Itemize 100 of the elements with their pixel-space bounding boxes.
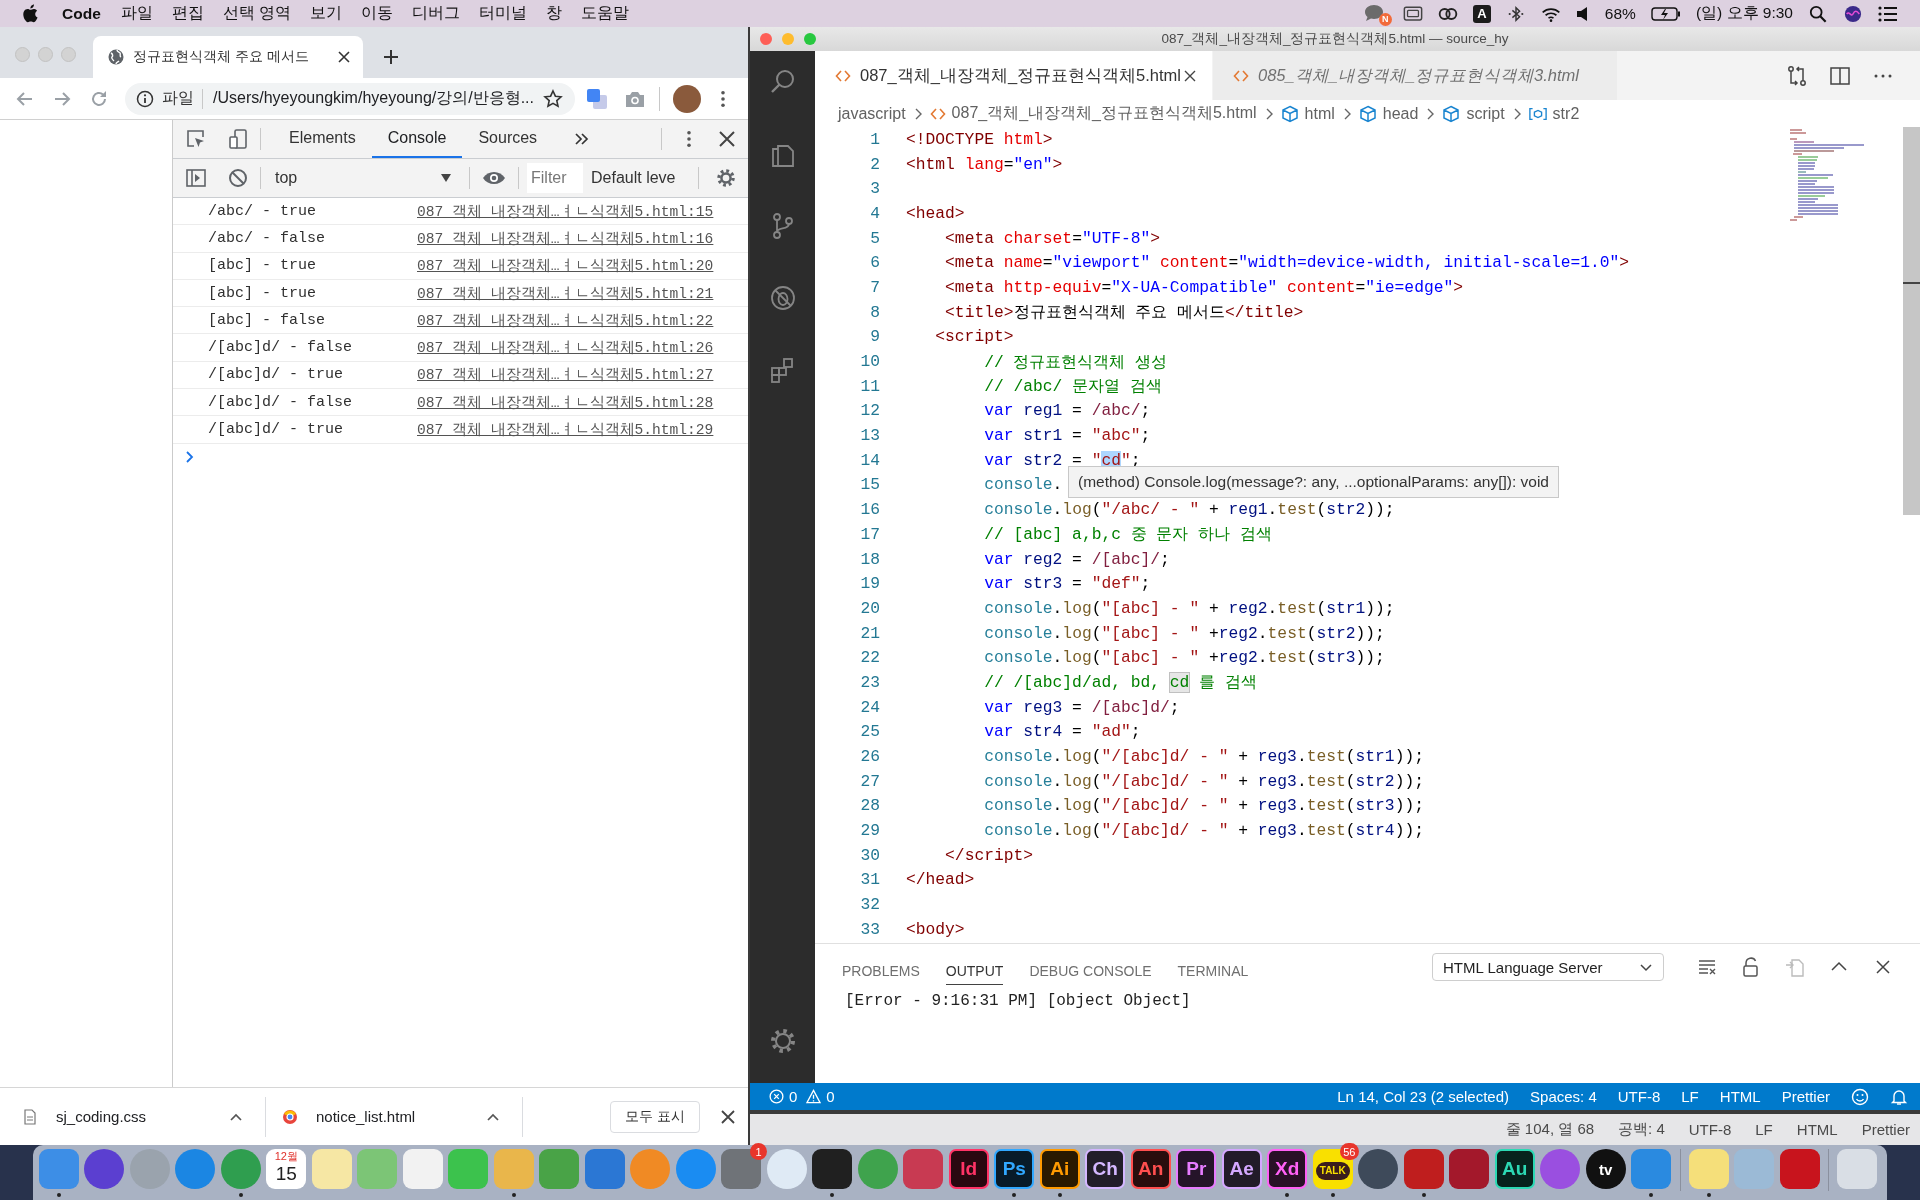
block-icon[interactable] [228, 168, 248, 188]
menu-item[interactable]: 디버그 [412, 3, 461, 24]
smiley-icon[interactable] [1851, 1087, 1869, 1106]
new-tab-icon[interactable] [382, 48, 400, 66]
editor-tab[interactable]: 087_객체_내장객체_정규표현식객체5.html [815, 51, 1213, 100]
app-menu[interactable]: Code [62, 4, 101, 23]
breadcrumb-item[interactable]: head [1382, 104, 1419, 123]
address-bar[interactable]: 파일 /Users/hyeyoungkim/hyeyoung/강의/반응형... [125, 82, 575, 115]
eye-icon[interactable] [482, 170, 506, 186]
split-editor-icon[interactable] [1829, 64, 1851, 87]
breadcrumb-item[interactable]: str2 [1552, 104, 1580, 123]
device-icon[interactable] [228, 129, 248, 149]
source-link[interactable]: 087_객체_내장객체…ㅕㄴ식객체5.html:26 [417, 338, 714, 358]
error-icon[interactable] [769, 1089, 784, 1104]
close-icon[interactable] [1183, 68, 1197, 83]
source-link[interactable]: 087_객체_내장객체…ㅕㄴ식객체5.html:27 [417, 365, 714, 385]
battery-icon[interactable] [1650, 6, 1681, 21]
context-selector[interactable]: top [273, 169, 457, 187]
list-icon[interactable] [1878, 4, 1898, 23]
more-icon[interactable] [686, 130, 692, 148]
prompt-icon[interactable] [184, 451, 196, 464]
output-channel-dropdown[interactable]: HTML Language Server [1432, 953, 1664, 981]
calendar-tile[interactable]: 12월 15 [266, 1149, 307, 1189]
source-link[interactable]: 087_객체_내장객체…ㅕㄴ식객체5.html:29 [417, 420, 714, 439]
round-app-icon[interactable] [1358, 1149, 1399, 1189]
display-icon[interactable] [1402, 4, 1423, 23]
status-item[interactable]: HTML [1719, 1088, 1761, 1105]
app-tile-button[interactable]: Ai [1039, 1149, 1080, 1189]
devtools-tab[interactable]: Sources [462, 120, 554, 158]
bug-icon[interactable] [768, 284, 797, 312]
app-tile-button[interactable]: Au [1494, 1149, 1535, 1189]
app-tile-button[interactable]: An [1130, 1149, 1171, 1189]
download-filename[interactable]: sj_coding.css [56, 1108, 147, 1125]
source-link[interactable]: 087_객체_내장객체…ㅕㄴ식객체5.html:20 [417, 256, 714, 276]
filter-field[interactable]: Filter [527, 163, 583, 193]
menu-item[interactable]: 터미널 [479, 3, 528, 24]
close-icon[interactable] [337, 50, 351, 64]
app-tile-button[interactable]: Ae [1221, 1149, 1262, 1189]
chat-bubble-icon[interactable] [1363, 3, 1384, 22]
menu-item[interactable]: 이동 [361, 3, 394, 24]
status-item[interactable]: Ln 14, Col 23 (2 selected) [1337, 1088, 1510, 1105]
camera-icon[interactable] [624, 89, 646, 108]
show-all-button[interactable]: 모두 표시 [610, 1100, 700, 1133]
close-icon[interactable] [718, 130, 736, 148]
tv-app-button[interactable]: tv [1585, 1149, 1626, 1189]
breadcrumb-item[interactable]: html [1304, 104, 1335, 123]
source-link[interactable]: 087_객체_내장객체…ㅕㄴ식객체5.html:28 [417, 392, 714, 412]
star-icon[interactable] [543, 88, 563, 109]
close-icon[interactable] [720, 1108, 736, 1125]
app-icon[interactable] [1449, 1149, 1490, 1189]
search-icon[interactable] [1808, 4, 1828, 23]
translate-icon[interactable] [586, 87, 608, 110]
panel-tab[interactable]: TERMINAL [1177, 955, 1249, 985]
devtools-tab[interactable]: Elements [273, 120, 372, 158]
source-link[interactable]: 087_객체_내장객체…ㅕㄴ식객체5.html:21 [417, 283, 714, 303]
menu-clock[interactable]: (일) 오후 9:30 [1695, 3, 1793, 24]
browser-tab[interactable]: 정규표현식객체 주요 메서드 [93, 36, 363, 78]
status-item[interactable]: Prettier [1781, 1088, 1830, 1105]
app-tile-button[interactable]: Pr [1176, 1149, 1217, 1189]
status-item[interactable]: UTF-8 [1617, 1088, 1661, 1105]
status-item[interactable]: LF [1681, 1088, 1699, 1105]
siri-icon[interactable] [1843, 4, 1863, 23]
scrollbar-thumb[interactable] [1903, 127, 1920, 515]
warning-count[interactable]: 0 [826, 1088, 835, 1105]
panel-tab[interactable]: PROBLEMS [842, 955, 920, 985]
menu-item[interactable]: 도움말 [581, 3, 630, 24]
panel-tab[interactable]: OUTPUT [945, 955, 1004, 985]
avatar-icon[interactable] [673, 84, 701, 113]
inspect-icon[interactable] [186, 129, 206, 149]
apple-logo-icon[interactable] [22, 3, 39, 24]
status-item[interactable]: Spaces: 4 [1530, 1088, 1597, 1105]
breadcrumb-item[interactable]: script [1466, 104, 1505, 123]
source-link[interactable]: 087_객체_내장객체…ㅕㄴ식객체5.html:16 [417, 228, 714, 248]
menu-item[interactable]: 선택 영역 [222, 3, 292, 24]
panel-tab[interactable]: DEBUG CONSOLE [1029, 955, 1152, 985]
log-levels-dropdown[interactable]: Default leve [591, 169, 686, 187]
lock-icon[interactable] [1741, 957, 1761, 977]
app-icon[interactable] [812, 1149, 853, 1189]
app-tile-button[interactable]: Ch [1085, 1149, 1126, 1189]
editor-tab[interactable]: 085_객체_내장객체_정규표현식객체3.html [1213, 51, 1618, 100]
app-tile-button[interactable]: Ps [994, 1149, 1035, 1189]
close-window-icon[interactable] [760, 33, 772, 45]
menu-item[interactable]: 보기 [310, 3, 343, 24]
bell-icon[interactable] [1890, 1087, 1908, 1106]
input-source-indicator[interactable]: A [1472, 4, 1491, 23]
info-icon[interactable] [136, 89, 154, 108]
download-filename[interactable]: notice_list.html [316, 1108, 416, 1125]
menu-item[interactable]: 창 [546, 3, 563, 24]
sidebar-toggle-icon[interactable] [186, 168, 206, 188]
menu-item[interactable]: 편집 [171, 3, 204, 24]
error-count[interactable]: 0 [789, 1088, 798, 1105]
volume-icon[interactable] [1575, 4, 1590, 23]
menu-item[interactable]: 파일 [120, 3, 153, 24]
app-tile-button[interactable]: Xd [1267, 1149, 1308, 1189]
source-link[interactable]: 087_객체_내장객체…ㅕㄴ식객체5.html:15 [417, 201, 714, 221]
source-link[interactable]: 087_객체_내장객체…ㅕㄴ식객체5.html:22 [417, 310, 714, 330]
round-app-icon[interactable] [1540, 1149, 1581, 1189]
clear-output-icon[interactable] [1697, 957, 1717, 977]
compare-icon[interactable] [1786, 64, 1808, 87]
round-app-icon[interactable] [84, 1149, 125, 1189]
